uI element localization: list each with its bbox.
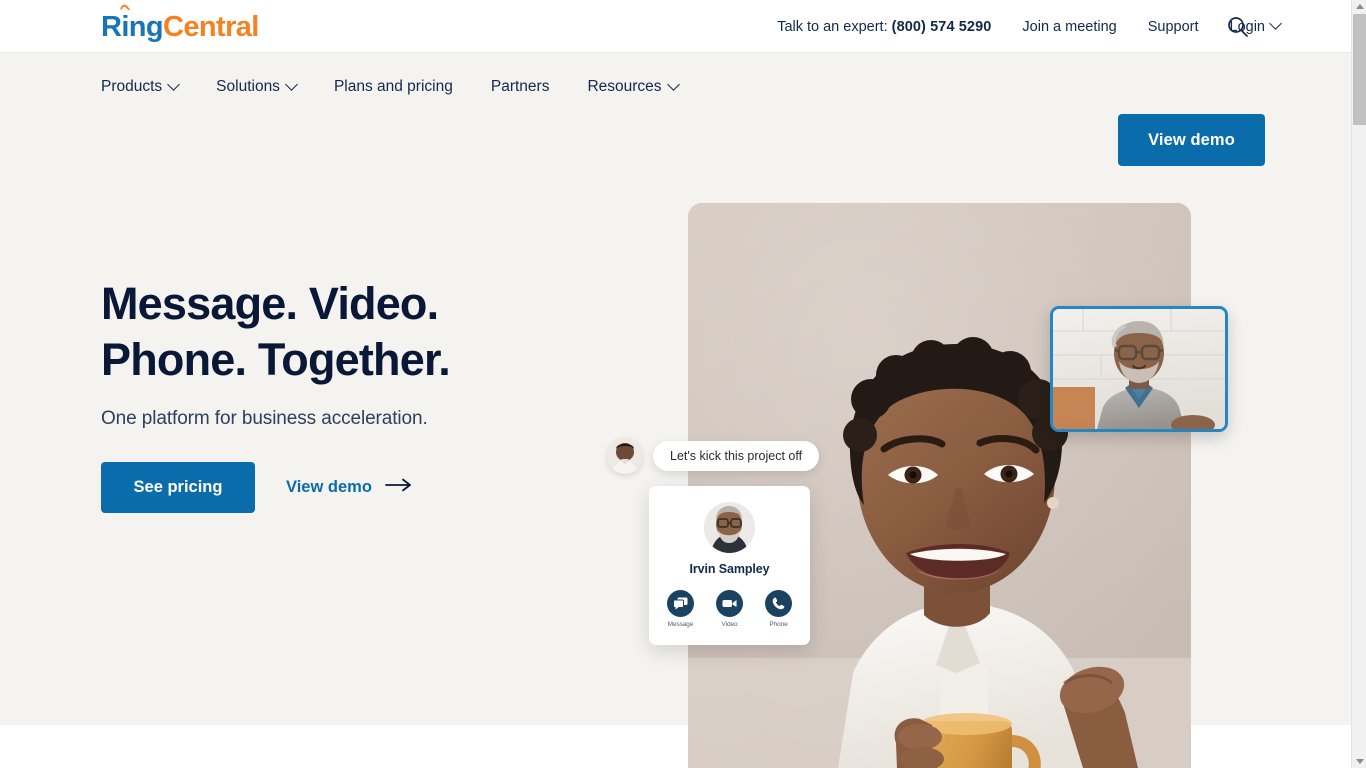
arrow-right-icon: [385, 478, 413, 497]
utility-link-label: Support: [1147, 18, 1199, 35]
contact-action-phone[interactable]: Phone: [762, 590, 795, 628]
utility-link-support[interactable]: Support: [1148, 19, 1199, 35]
see-pricing-button[interactable]: See pricing: [101, 462, 255, 513]
contact-actions: Message Video Phone: [649, 590, 810, 628]
nav-item-partners[interactable]: Partners: [491, 78, 550, 96]
utility-link-join-a-meeting[interactable]: Join a meeting: [1022, 19, 1116, 35]
contact-action-label: Message: [667, 621, 694, 628]
utility-link-label: Join a meeting: [1022, 18, 1117, 35]
logo-text-ring: Ring: [101, 11, 164, 43]
main-nav-items: Products Solutions Plans and pricing Par…: [101, 53, 716, 121]
utility-bar: RingCentral Talk to an expert: (800) 574…: [0, 0, 1351, 53]
nav-item-label: Partners: [490, 78, 550, 95]
pip-video-tile: [1050, 306, 1228, 432]
talk-to-expert: Talk to an expert: (800) 574 5290: [777, 19, 991, 35]
scroll-up-arrow-icon[interactable]: [1352, 0, 1366, 13]
nav-item-solutions[interactable]: Solutions: [216, 77, 298, 96]
chat-message-overlay: Let's kick this project off: [607, 438, 820, 474]
view-demo-button[interactable]: View demo: [1118, 114, 1265, 166]
hero-cta-group: See pricing View demo: [101, 462, 571, 513]
logo-text-central: Central: [163, 11, 259, 43]
video-camera-icon: [716, 590, 743, 617]
nav-item-resources[interactable]: Resources: [587, 77, 680, 96]
nav-item-plans-and-pricing[interactable]: Plans and pricing: [334, 78, 453, 96]
contact-action-label: Phone: [769, 621, 788, 628]
nav-item-label: Products: [101, 78, 163, 95]
chevron-down-icon: [1269, 17, 1282, 30]
nav-item-label: Solutions: [216, 78, 280, 95]
page-scrollbar[interactable]: [1351, 0, 1366, 768]
search-icon[interactable]: [1225, 14, 1251, 40]
message-bubbles-icon: [667, 590, 694, 617]
contact-name: Irvin Sampley: [689, 562, 770, 576]
ringcentral-logo[interactable]: RingCentral: [101, 2, 259, 43]
contact-action-video[interactable]: Video: [713, 590, 746, 628]
contact-action-message[interactable]: Message: [664, 590, 697, 628]
view-demo-link-label: View demo: [286, 478, 372, 496]
scrollbar-thumb[interactable]: [1353, 14, 1366, 125]
hero-headline: Message. Video. Phone. Together.: [101, 278, 451, 385]
expert-phone-number[interactable]: (800) 574 5290: [892, 19, 992, 35]
phone-handset-icon: [765, 590, 792, 617]
scroll-down-arrow-icon[interactable]: [1352, 755, 1366, 768]
chevron-down-icon: [285, 77, 298, 91]
nav-item-label: Resources: [587, 78, 662, 95]
contact-card: Irvin Sampley Message Video Phone: [649, 486, 810, 645]
nav-item-products[interactable]: Products: [101, 77, 181, 96]
view-demo-link[interactable]: View demo: [286, 478, 413, 497]
page-viewport: RingCentral Talk to an expert: (800) 574…: [0, 0, 1351, 768]
hero-copy: Message. Video. Phone. Together. One pla…: [101, 276, 571, 513]
utility-links: Talk to an expert: (800) 574 5290 Join a…: [777, 0, 1282, 53]
nav-item-label: Plans and pricing: [333, 78, 453, 95]
chat-avatar: [607, 438, 643, 474]
chat-bubble: Let's kick this project off: [653, 441, 820, 471]
contact-action-label: Video: [721, 621, 738, 628]
chevron-down-icon: [167, 77, 181, 91]
chevron-down-icon: [666, 77, 680, 91]
hero-subtitle: One platform for business acceleration.: [101, 408, 428, 429]
contact-avatar: [704, 502, 755, 553]
main-navigation: Products Solutions Plans and pricing Par…: [0, 53, 1351, 166]
browser-page: RingCentral Talk to an expert: (800) 574…: [0, 0, 1366, 768]
talk-to-expert-label: Talk to an expert:: [777, 18, 888, 35]
